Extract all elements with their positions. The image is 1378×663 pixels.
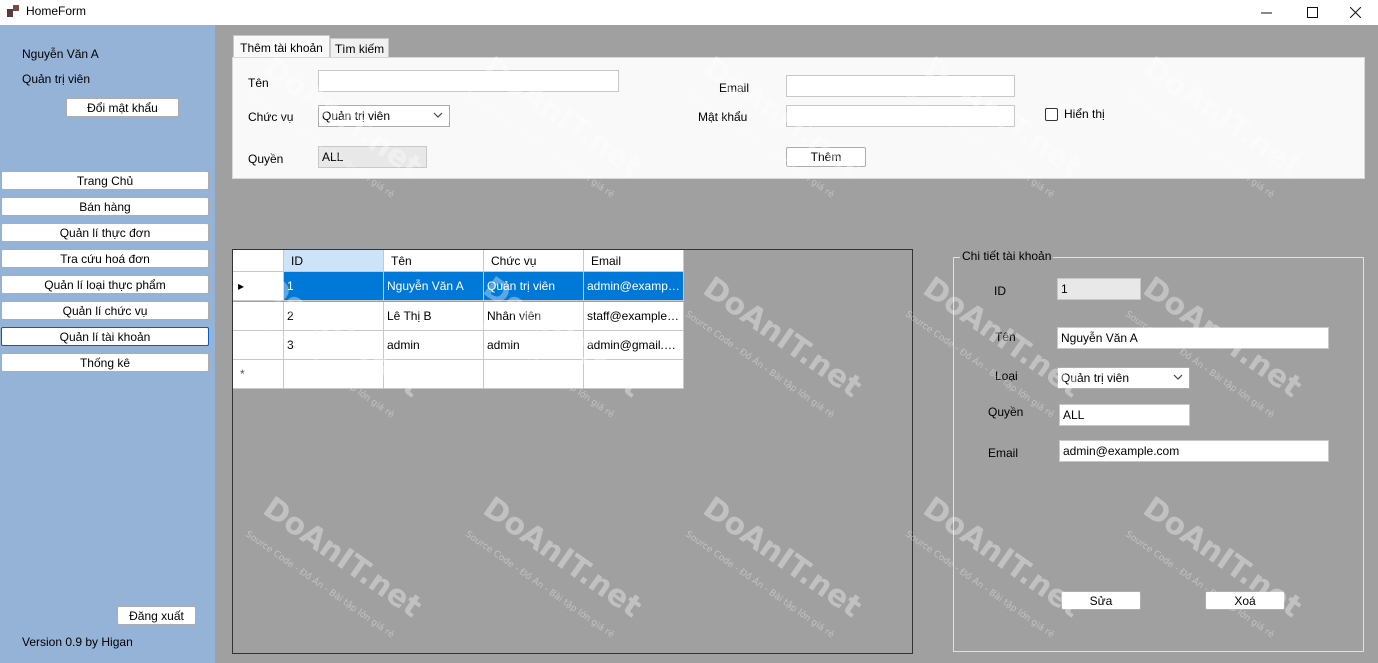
grid-corner-header[interactable] [233,250,284,272]
user-name: Nguyễn Văn A [22,47,99,61]
minimize-icon [1260,12,1272,14]
chevron-down-icon [1173,374,1183,380]
permission-input[interactable]: ALL [318,146,427,168]
window-title: HomeForm [26,4,87,18]
email-label: Email [719,81,750,95]
detail-type-label: Loại [995,369,1018,383]
sidebar-item-7[interactable]: Quản lí tài khoản [1,327,209,346]
grid-cell[interactable]: admin [384,331,484,360]
grid-cell[interactable]: admin@gmail.com [584,331,684,360]
sidebar-item-8[interactable]: Thống kê [1,353,209,372]
password-input[interactable] [786,105,1015,127]
minimize-button[interactable] [1243,0,1289,25]
grid-new-row-cell[interactable] [284,360,384,389]
grid-cell[interactable]: Nguyễn Văn A [384,272,484,301]
change-password-button[interactable]: Đổi mật khẩu [66,98,179,117]
grid-row-header[interactable] [233,302,284,331]
detail-type-select[interactable]: Quản trị viên [1057,367,1190,389]
grid-cell[interactable]: Nhân viên [484,302,584,331]
detail-type-value: Quản trị viên [1061,371,1130,385]
grid-cell[interactable]: 1 [284,272,384,301]
detail-permission-label: Quyền [988,405,1024,419]
grid-column-header[interactable]: Email [584,250,684,272]
role-label: Chức vụ [248,110,294,124]
password-label: Mật khẩu [698,110,748,124]
role-select[interactable]: Quản trị viên [318,105,450,127]
show-password-label: Hiển thị [1064,107,1105,121]
grid-cell[interactable]: staff@example.com [584,302,684,331]
title-bar: HomeForm [0,0,1378,25]
grid-row-header[interactable]: ▸ [233,272,284,301]
version-label: Version 0.9 by Higan [22,635,133,649]
user-role: Quản trị viên [22,72,91,86]
detail-email-input[interactable]: admin@example.com [1059,440,1329,462]
grid-cell[interactable]: Quản trị viên [484,272,584,301]
grid-cell[interactable]: Lê Thị B [384,302,484,331]
detail-id-label: ID [994,284,1006,298]
show-password-checkbox[interactable] [1045,108,1058,121]
grid-column-header[interactable]: Chức vụ [484,250,584,272]
delete-button[interactable]: Xoá [1205,591,1285,610]
sidebar: Nguyễn Văn A Quản trị viên Đổi mật khẩu … [0,25,215,663]
add-account-button[interactable]: Thêm [786,147,866,167]
detail-name-input[interactable]: Nguyễn Văn A [1057,327,1329,349]
sidebar-item-6[interactable]: Quản lí chức vụ [1,301,209,320]
tab-add-account[interactable]: Thêm tài khoản [233,35,330,59]
sidebar-item-5[interactable]: Quản lí loại thực phẩm [1,275,209,294]
close-icon [1349,7,1361,18]
detail-email-label: Email [988,446,1019,460]
app-icon [7,5,19,17]
grid-new-row-cell[interactable] [584,360,684,389]
close-button[interactable] [1332,0,1378,25]
grid-cell[interactable]: admin [484,331,584,360]
name-input[interactable] [318,70,619,92]
maximize-button[interactable] [1289,0,1335,25]
name-label: Tên [248,76,269,90]
permission-label: Quyền [248,152,284,166]
logout-button[interactable]: Đăng xuất [117,606,196,625]
sidebar-item-1[interactable]: Trang Chủ [1,171,209,190]
sidebar-item-3[interactable]: Quản lí thực đơn [1,223,209,242]
role-select-value: Quản trị viên [322,109,391,123]
grid-column-header[interactable]: Tên [384,250,484,272]
grid-new-row-header[interactable]: * [233,360,284,389]
add-account-panel: Tên Chức vụ Quản trị viên Quyền ALL Emai… [232,57,1365,179]
sidebar-item-2[interactable]: Bán hàng [1,197,209,216]
grid-column-header[interactable]: ID [284,250,384,272]
grid-new-row-cell[interactable] [484,360,584,389]
grid-row-header[interactable] [233,331,284,360]
maximize-icon [1306,7,1318,18]
grid-cell[interactable]: 2 [284,302,384,331]
detail-permission-input[interactable]: ALL [1059,404,1190,426]
grid-new-row-cell[interactable] [384,360,484,389]
chevron-down-icon [433,112,443,118]
detail-id-input[interactable]: 1 [1057,278,1141,300]
tab-search[interactable]: Tìm kiếm [330,38,389,58]
grid-cell[interactable]: 3 [284,331,384,360]
sidebar-item-4[interactable]: Tra cứu hoá đơn [1,249,209,268]
accounts-grid[interactable]: ID Tên Chức vụ Email ▸ 1 Nguyễn Văn A Quản trị … [232,249,913,654]
email-input[interactable] [786,75,1015,97]
edit-button[interactable]: Sửa [1061,591,1141,610]
detail-name-label: Tên [995,330,1016,344]
grid-cell[interactable]: admin@example.com [584,272,684,301]
account-detail-title: Chi tiết tài khoản [960,249,1054,263]
